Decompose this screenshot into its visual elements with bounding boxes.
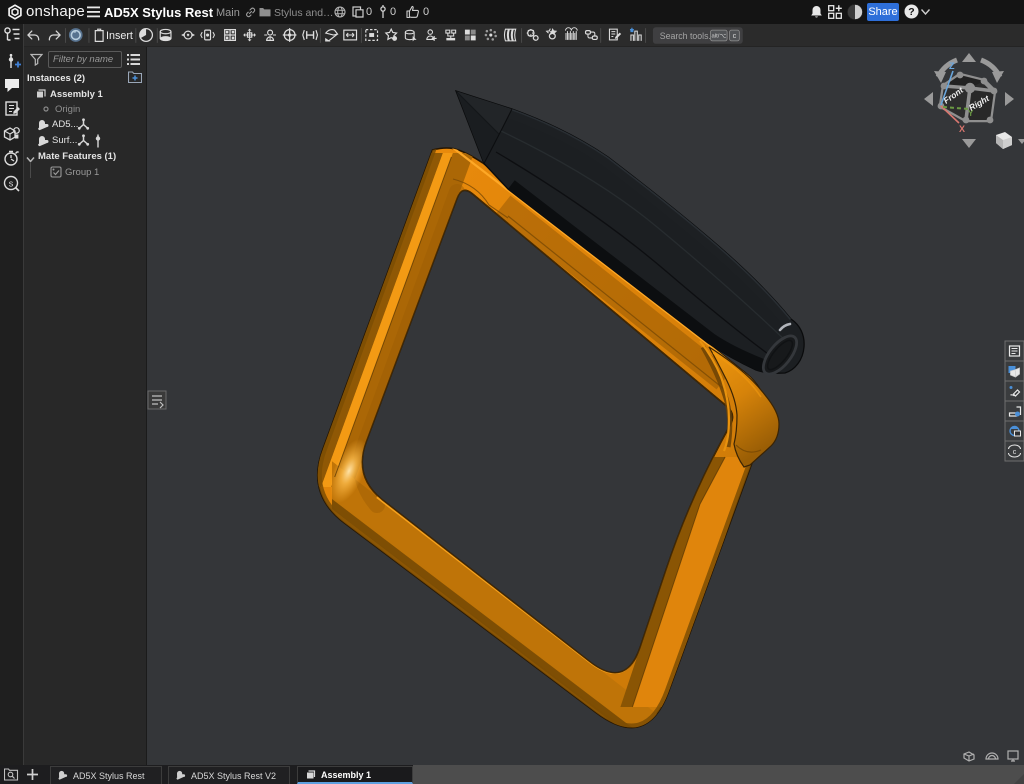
svg-text:Z: Z	[949, 61, 955, 71]
svg-text:alt/⌥: alt/⌥	[712, 33, 727, 39]
svg-text:?: ?	[908, 6, 914, 18]
svg-text:Insert: Insert	[106, 30, 133, 42]
svg-text:X: X	[959, 124, 965, 134]
svg-text:c: c	[733, 31, 737, 40]
svg-text:Y: Y	[968, 109, 974, 118]
svg-text:c: c	[1013, 449, 1017, 456]
svg-text:Search tools...: Search tools...	[660, 31, 716, 41]
svg-text:s: s	[9, 179, 14, 189]
